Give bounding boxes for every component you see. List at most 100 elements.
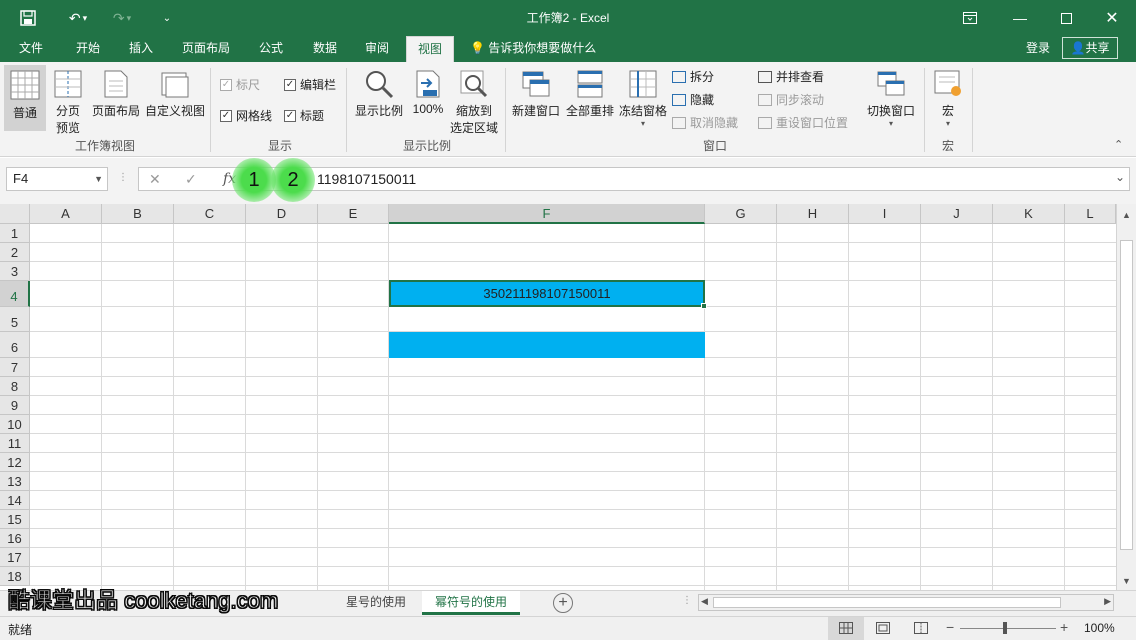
- tab-review[interactable]: 审阅: [354, 36, 400, 62]
- row-header-15[interactable]: 15: [0, 510, 30, 529]
- add-sheet-icon[interactable]: +: [553, 593, 573, 613]
- zoom-100-button[interactable]: 100%: [410, 69, 446, 116]
- column-header-f[interactable]: F: [389, 204, 705, 224]
- scroll-up-icon[interactable]: ▲: [1122, 210, 1131, 220]
- row-header-10[interactable]: 10: [0, 415, 30, 434]
- scroll-down-icon[interactable]: ▼: [1122, 576, 1131, 586]
- page-layout-view-button[interactable]: 页面布局: [90, 69, 142, 119]
- worksheet-grid[interactable]: ABCDEFGHIJKL 1 2 3 4 5 6 7 8 9 10 11 12 13 14 15 16 17 18…: [0, 204, 1136, 590]
- vertical-scroll-thumb[interactable]: [1120, 240, 1133, 550]
- row-header-8[interactable]: 8: [0, 377, 30, 396]
- horizontal-scrollbar[interactable]: ◀ ▶: [698, 594, 1114, 611]
- row-header-7[interactable]: 7: [0, 358, 30, 377]
- normal-view-status-icon[interactable]: [828, 617, 864, 640]
- zoom-out-icon[interactable]: −: [946, 619, 954, 635]
- row-header-14[interactable]: 14: [0, 491, 30, 510]
- view-side-by-side-button[interactable]: 并排查看: [758, 68, 824, 85]
- page-break-label-2: 预览: [55, 121, 80, 135]
- cell-f4-selected[interactable]: 350211198107150011: [389, 280, 705, 307]
- column-header-d[interactable]: D: [246, 204, 318, 224]
- new-window-button[interactable]: 新建窗口: [510, 69, 562, 119]
- formula-bar: F4 ▼ ⋮ ✕ ✓ fx 1198107150011 ⌄ 1 2: [0, 158, 1136, 204]
- macros-button[interactable]: 宏 ▾: [930, 69, 966, 128]
- split-button[interactable]: 拆分: [672, 68, 714, 85]
- row-header-5[interactable]: 5: [0, 307, 30, 332]
- column-header-e[interactable]: E: [318, 204, 389, 224]
- grid-column-line: [388, 224, 389, 590]
- row-header-12[interactable]: 12: [0, 453, 30, 472]
- chevron-down-icon[interactable]: ▼: [94, 168, 103, 190]
- arrange-all-button[interactable]: 全部重排: [564, 69, 616, 119]
- row-header-11[interactable]: 11: [0, 434, 30, 453]
- tell-me-search[interactable]: 💡 告诉我你想要做什么: [470, 36, 596, 62]
- sheet-tab-asterisk[interactable]: 星号的使用: [336, 591, 416, 615]
- zoom-level[interactable]: 100%: [1084, 621, 1115, 635]
- freeze-panes-button[interactable]: 冻结窗格 ▾: [618, 69, 668, 128]
- normal-view-button[interactable]: 普通: [4, 65, 46, 131]
- row-header-3[interactable]: 3: [0, 262, 30, 281]
- headings-checkbox[interactable]: ✓ 标题: [284, 107, 324, 124]
- column-header-j[interactable]: J: [921, 204, 993, 224]
- login-link[interactable]: 登录: [1026, 36, 1050, 62]
- column-header-h[interactable]: H: [777, 204, 849, 224]
- formula-bar-checkbox[interactable]: ✓ 编辑栏: [284, 76, 336, 93]
- column-header-i[interactable]: I: [849, 204, 921, 224]
- row-header-6[interactable]: 6: [0, 332, 30, 358]
- cell-f6-fill[interactable]: [389, 332, 705, 358]
- column-header-a[interactable]: A: [30, 204, 102, 224]
- column-header-b[interactable]: B: [102, 204, 174, 224]
- column-header-g[interactable]: G: [705, 204, 777, 224]
- undo-icon[interactable]: ↶ ▾: [60, 0, 96, 36]
- ribbon-display-options-icon[interactable]: [958, 0, 982, 36]
- row-header-9[interactable]: 9: [0, 396, 30, 415]
- tab-view[interactable]: 视图: [406, 36, 454, 62]
- row-header-13[interactable]: 13: [0, 472, 30, 491]
- name-box[interactable]: F4 ▼: [6, 167, 108, 191]
- page-break-preview-button[interactable]: 分页 预览: [50, 69, 86, 136]
- close-icon[interactable]: ✕: [1100, 0, 1124, 36]
- switch-windows-button[interactable]: 切换窗口 ▾: [864, 69, 918, 128]
- column-header-l[interactable]: L: [1065, 204, 1116, 224]
- scroll-right-icon[interactable]: ▶: [1104, 596, 1111, 607]
- tab-file[interactable]: 文件: [8, 36, 54, 62]
- zoom-slider[interactable]: [960, 628, 1056, 629]
- chevron-down-icon[interactable]: ⌄: [1115, 170, 1125, 184]
- row-header-4[interactable]: 4: [0, 281, 30, 307]
- tab-home[interactable]: 开始: [64, 36, 112, 62]
- customize-qat-icon[interactable]: ⌄: [158, 0, 176, 36]
- horizontal-scroll-thumb[interactable]: [713, 597, 1061, 608]
- row-header-17[interactable]: 17: [0, 548, 30, 567]
- tab-insert[interactable]: 插入: [118, 36, 164, 62]
- group-label-show: 显示: [267, 139, 292, 153]
- scroll-left-icon[interactable]: ◀: [701, 596, 708, 607]
- share-button[interactable]: 👤共享: [1062, 37, 1118, 59]
- save-icon[interactable]: [16, 0, 40, 36]
- select-all-corner[interactable]: [0, 204, 30, 224]
- hide-button[interactable]: 隐藏: [672, 91, 714, 108]
- status-bar: 就绪 − + 100%: [0, 616, 1136, 640]
- minimize-icon[interactable]: —: [1008, 0, 1032, 36]
- tab-data[interactable]: 数据: [302, 36, 348, 62]
- fill-handle[interactable]: [701, 303, 707, 309]
- row-header-1[interactable]: 1: [0, 224, 30, 243]
- grid-row-line: [30, 471, 1116, 472]
- tab-page-layout[interactable]: 页面布局: [172, 36, 240, 62]
- sheet-tab-power[interactable]: 幂符号的使用: [422, 591, 520, 615]
- zoom-slider-thumb[interactable]: [1003, 622, 1007, 634]
- zoom-to-selection-button[interactable]: 缩放到 选定区域: [448, 69, 500, 136]
- gridlines-checkbox[interactable]: ✓ 网格线: [220, 107, 272, 124]
- unhide-button: 取消隐藏: [672, 114, 738, 131]
- page-break-status-icon[interactable]: [914, 622, 928, 637]
- column-header-c[interactable]: C: [174, 204, 246, 224]
- zoom-in-icon[interactable]: +: [1060, 619, 1068, 635]
- maximize-icon[interactable]: [1054, 0, 1078, 36]
- collapse-ribbon-icon[interactable]: ⌃: [1114, 138, 1123, 151]
- vertical-scrollbar[interactable]: ▲ ▼: [1116, 204, 1136, 590]
- page-layout-status-icon[interactable]: [876, 622, 890, 637]
- column-header-k[interactable]: K: [993, 204, 1065, 224]
- row-header-16[interactable]: 16: [0, 529, 30, 548]
- zoom-button[interactable]: 显示比例: [354, 69, 404, 119]
- row-header-2[interactable]: 2: [0, 243, 30, 262]
- custom-views-button[interactable]: 自定义视图: [144, 69, 206, 119]
- tab-formulas[interactable]: 公式: [248, 36, 294, 62]
